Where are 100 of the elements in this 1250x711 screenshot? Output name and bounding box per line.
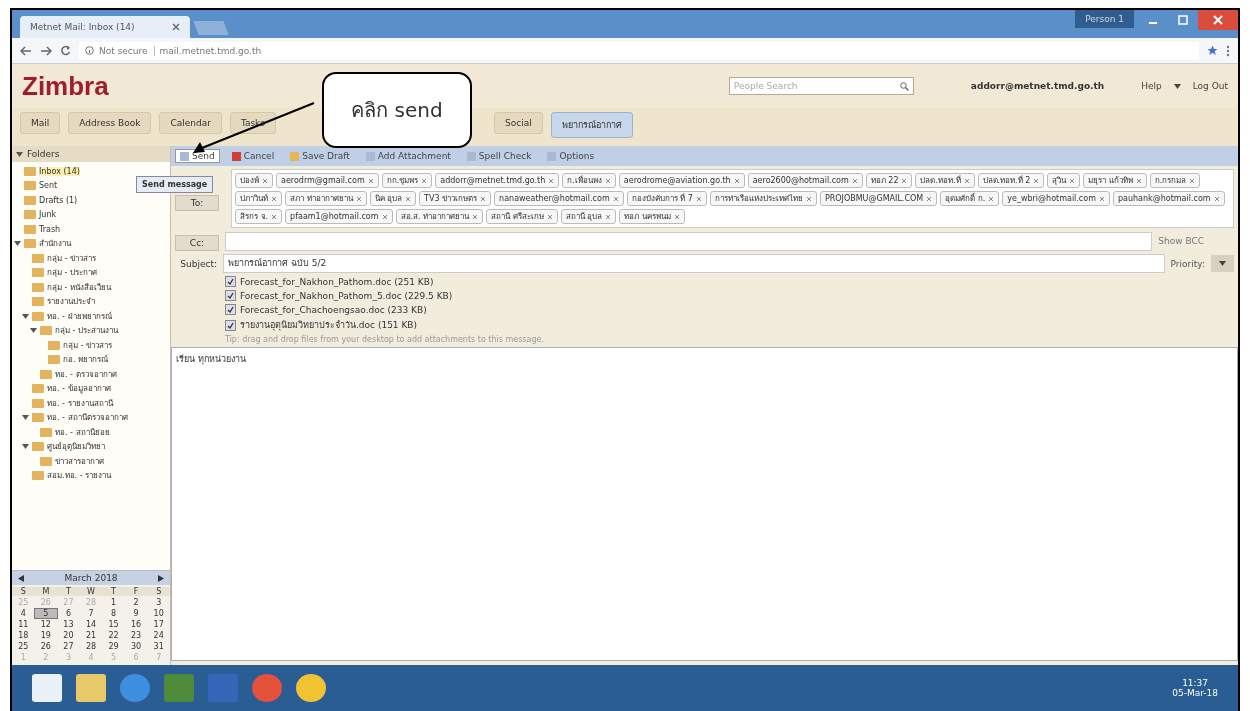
calendar-day[interactable]: 4	[12, 609, 35, 618]
folder-item[interactable]: ทอ. - ตรวจอากาศ	[55, 367, 117, 381]
recipient-chip[interactable]: สอ.ส. ท่าอากาศยาน	[395, 209, 484, 224]
folder-item[interactable]: Drafts (1)	[39, 195, 78, 205]
folder-item[interactable]: กลุ่ม - ประกาศ	[47, 266, 97, 280]
recipient-chip[interactable]: สถานี อุบล	[560, 209, 617, 224]
folder-item[interactable]: Inbox (14)	[39, 166, 80, 176]
remove-icon[interactable]	[926, 195, 933, 202]
taskbar-app-icon[interactable]	[252, 674, 282, 702]
close-button[interactable]	[1198, 10, 1238, 30]
caret-icon[interactable]	[1219, 261, 1226, 266]
recipient-chip[interactable]: nanaweather@hotmail.com	[494, 191, 624, 206]
folder-item[interactable]: Junk	[39, 210, 57, 220]
calendar-day[interactable]: 31	[147, 642, 170, 651]
back-icon[interactable]	[20, 45, 32, 56]
remove-icon[interactable]	[546, 213, 553, 220]
calendar-day[interactable]: 30	[124, 642, 148, 651]
remove-icon[interactable]	[1213, 195, 1220, 202]
caret-icon[interactable]	[1173, 83, 1181, 89]
calendar-day[interactable]: 16	[124, 620, 148, 629]
calendar-day[interactable]: 15	[102, 620, 125, 629]
remove-icon[interactable]	[262, 177, 268, 184]
attachment-checkbox[interactable]	[225, 304, 236, 315]
folder-item[interactable]: รายงานประจำ	[47, 295, 95, 309]
attachment-checkbox[interactable]	[225, 276, 236, 287]
recipient-chip[interactable]: การท่าเรือแห่งประเทศไทย	[709, 191, 817, 206]
calendar-day[interactable]: 17	[147, 620, 170, 629]
collapse-arrow-icon[interactable]	[16, 151, 23, 157]
remove-icon[interactable]	[367, 177, 374, 184]
remove-icon[interactable]	[733, 177, 740, 184]
calendar-day[interactable]: 24	[147, 631, 170, 640]
folder-item[interactable]: ทอ. - สถานีย่อย	[55, 425, 110, 439]
toolbar-button[interactable]: Options	[543, 149, 599, 163]
recipient-chip[interactable]: addorr@metnet.tmd.go.th	[435, 173, 560, 188]
remove-icon[interactable]	[421, 177, 428, 184]
folder-item[interactable]: ข่าวสารอากาศ	[55, 454, 104, 468]
cc-button[interactable]: Cc:	[175, 235, 219, 251]
to-button[interactable]: To:	[175, 195, 219, 211]
calendar-day[interactable]: 21	[79, 631, 103, 640]
calendar-day[interactable]: 13	[57, 620, 80, 629]
remove-icon[interactable]	[1069, 177, 1076, 184]
remove-icon[interactable]	[1033, 177, 1040, 184]
calendar-day[interactable]: 20	[57, 631, 80, 640]
app-tab[interactable]: Calendar	[159, 112, 222, 134]
taskbar-app-icon[interactable]	[120, 674, 150, 702]
remove-icon[interactable]	[1098, 195, 1105, 202]
forward-icon[interactable]	[40, 45, 52, 56]
search-icon[interactable]	[899, 81, 909, 91]
calendar-day[interactable]: 10	[147, 609, 170, 618]
priority-dropdown[interactable]	[1211, 255, 1234, 272]
recipient-chip[interactable]: ปลด.ทอท.ที่	[915, 173, 975, 188]
taskbar-app-icon[interactable]	[296, 674, 326, 702]
remove-icon[interactable]	[271, 213, 278, 220]
recipients-field[interactable]	[231, 169, 1234, 228]
recipient-chip[interactable]: ปภาวินท์	[235, 191, 282, 206]
attachment-name[interactable]: Forecast_for_Nakhon_Pathom_5.doc (229.5 KB)	[240, 290, 453, 301]
calendar-day[interactable]: 29	[102, 642, 125, 651]
attachment-name[interactable]: รายงานอุตุนิยมวิทยาประจำวัน.doc (151 KB)	[240, 318, 418, 332]
folder-item[interactable]: สอม.ทอ. - รายงาน	[47, 469, 112, 483]
reload-icon[interactable]	[60, 45, 71, 56]
cc-field[interactable]	[225, 231, 1153, 251]
recipient-chip[interactable]: สุวิน	[1047, 173, 1081, 188]
attachment-checkbox[interactable]	[225, 290, 236, 301]
star-icon[interactable]	[1207, 45, 1218, 56]
close-icon[interactable]	[172, 23, 180, 31]
remove-icon[interactable]	[381, 213, 388, 220]
help-menu[interactable]: Help	[1141, 81, 1162, 91]
calendar-day[interactable]: 22	[102, 631, 125, 640]
toolbar-button[interactable]: Save Draft	[286, 149, 354, 163]
remove-icon[interactable]	[271, 195, 277, 202]
folder-item[interactable]: ทอ. - รายงานสถานี	[47, 396, 113, 410]
recipient-chip[interactable]: ปลด.ทอท.ที่ 2	[977, 173, 1045, 188]
maximize-icon[interactable]	[1178, 15, 1188, 25]
menu-icon[interactable]	[1226, 44, 1230, 57]
remove-icon[interactable]	[480, 195, 487, 202]
folder-item[interactable]: สำนักงาน	[39, 237, 71, 251]
recipient-chip[interactable]: อุดมศักดิ์ ก.	[940, 191, 1000, 206]
recipient-chip[interactable]: สิรกร จ.	[235, 209, 283, 224]
subject-field[interactable]: พยากรณ์อากาศ ฉบับ 5/2	[223, 254, 1165, 273]
remove-icon[interactable]	[1189, 177, 1196, 184]
calendar-day[interactable]: 12	[34, 620, 58, 629]
calendar-day[interactable]: 2	[124, 598, 148, 607]
show-bcc-link[interactable]: Show BCC	[1158, 236, 1204, 246]
remove-icon[interactable]	[805, 195, 812, 202]
recipient-chip[interactable]: ก.กรกมล	[1149, 173, 1201, 188]
recipient-chip[interactable]: สถานี ศรีสะเกษ	[486, 209, 558, 224]
expand-arrow-icon[interactable]	[22, 313, 29, 319]
remove-icon[interactable]	[988, 195, 995, 202]
browser-tab[interactable]: Metnet Mail: Inbox (14)	[20, 16, 190, 38]
remove-icon[interactable]	[851, 177, 858, 184]
calendar-day[interactable]: 9	[124, 609, 148, 618]
remove-icon[interactable]	[963, 177, 970, 184]
recipient-chip[interactable]: ก.เพื่อนพง	[562, 173, 616, 188]
folder-item[interactable]: ทอ. - ฝ่ายพยากรณ์	[47, 309, 112, 323]
folder-item[interactable]: ทอ. - สถานีตรวจอากาศ	[47, 411, 128, 425]
folder-item[interactable]: กลุ่ม - ข่าวสาร	[63, 338, 112, 352]
expand-arrow-icon[interactable]	[22, 444, 29, 450]
calendar-day[interactable]: 1	[102, 598, 125, 607]
calendar-day[interactable]: 23	[124, 631, 148, 640]
recipient-chip[interactable]: TV3 ข่าวเกษตร	[419, 191, 492, 206]
